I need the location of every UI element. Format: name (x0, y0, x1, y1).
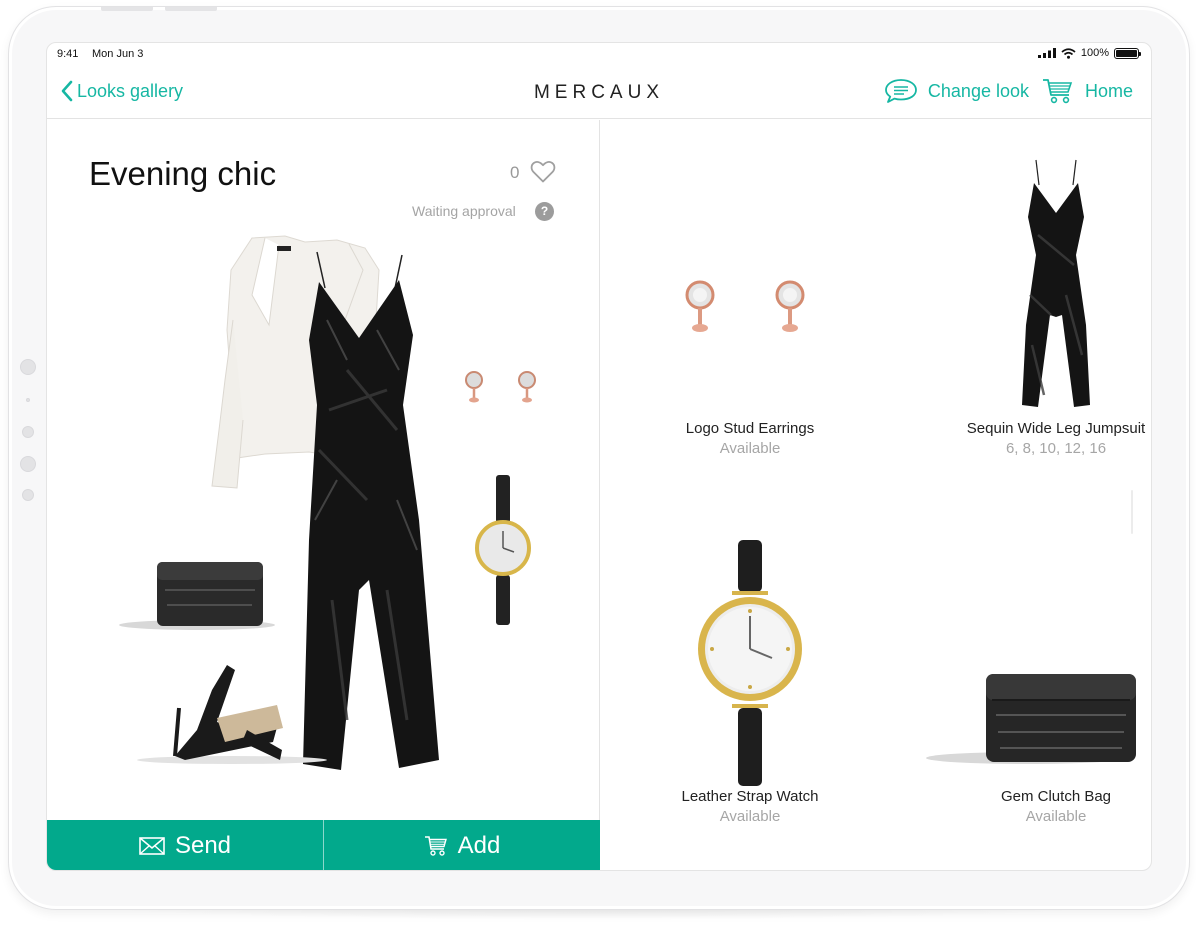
wifi-icon (1061, 47, 1076, 59)
change-look-label: Change look (927, 80, 1029, 101)
product-name: Leather Strap Watch (681, 788, 819, 805)
look-panel: Evening chic 0 Waiting approval ? Send A… (47, 120, 600, 870)
cart-icon (1042, 79, 1073, 104)
add-button[interactable]: Add (324, 820, 600, 870)
app-screen: 9:41 Mon Jun 3 100% Looks gallery MERCAU… (46, 42, 1152, 871)
send-label: Send (174, 832, 232, 859)
side-sensor (20, 456, 36, 472)
add-label: Add (457, 832, 501, 859)
product-name: Gem Clutch Bag (1000, 788, 1112, 805)
outfit-collage (119, 235, 536, 770)
home-button[interactable]: Home (1041, 77, 1133, 105)
power-button (165, 7, 217, 11)
status-date: Mon Jun 3 (92, 48, 144, 60)
gem-clutch-bag-image (926, 674, 1136, 764)
send-button[interactable]: Send (47, 820, 323, 870)
chat-bubble-icon (885, 79, 917, 103)
product-name: Logo Stud Earrings (685, 420, 815, 437)
front-camera (22, 426, 34, 438)
product-availability: Available (719, 440, 781, 457)
sequin-jumpsuit-image (303, 251, 439, 770)
heart-icon[interactable] (530, 160, 556, 184)
help-icon[interactable]: ? (535, 202, 554, 221)
battery-percent: 100% (1080, 47, 1109, 59)
earrings-image (465, 371, 536, 403)
change-look-button[interactable]: Change look (884, 78, 1029, 104)
cart-icon (424, 836, 447, 856)
product-availability: Available (719, 808, 781, 825)
side-sensor (20, 359, 36, 375)
approval-status: Waiting approval (412, 203, 516, 219)
home-label: Home (1084, 80, 1133, 101)
like-count: 0 (510, 163, 520, 182)
watch-image (475, 475, 531, 625)
battery-icon (1114, 47, 1141, 59)
look-title: Evening chic (89, 155, 277, 192)
stud-earrings-image (685, 280, 805, 332)
product-grid: Logo Stud Earrings Available Sequin Wide… (600, 120, 1151, 870)
product-availability: Available (1025, 808, 1087, 825)
product-name: Sequin Wide Leg Jumpsuit (966, 420, 1146, 437)
scroll-indicator[interactable] (1131, 490, 1133, 534)
status-bar: 9:41 Mon Jun 3 100% (47, 43, 1151, 67)
nav-actions: Change look Home (884, 77, 1133, 105)
navigation-bar: Looks gallery MERCAUX Change look Home (47, 67, 1151, 119)
product-sizes: 6, 8, 10, 12, 16 (1005, 440, 1107, 457)
product-card[interactable]: Leather Strap Watch Available (660, 538, 840, 825)
action-bar: Send Add (47, 820, 600, 870)
status-indicators: 100% (1037, 47, 1141, 59)
side-sensor (22, 489, 34, 501)
clutch-bag-image (119, 562, 275, 630)
envelope-icon (139, 837, 165, 855)
heeled-sandals-image (137, 665, 327, 764)
volume-button (101, 7, 153, 11)
product-card[interactable]: Logo Stud Earrings Available (660, 250, 840, 457)
status-time: 9:41 (57, 48, 79, 60)
side-sensor (26, 398, 30, 402)
product-card[interactable]: Gem Clutch Bag Available (926, 660, 1151, 825)
signal-icon (1037, 48, 1056, 58)
product-card[interactable]: Sequin Wide Leg Jumpsuit 6, 8, 10, 12, 1… (926, 155, 1151, 457)
sequin-jumpsuit-image (1022, 159, 1090, 407)
leather-strap-watch-image (698, 540, 802, 786)
